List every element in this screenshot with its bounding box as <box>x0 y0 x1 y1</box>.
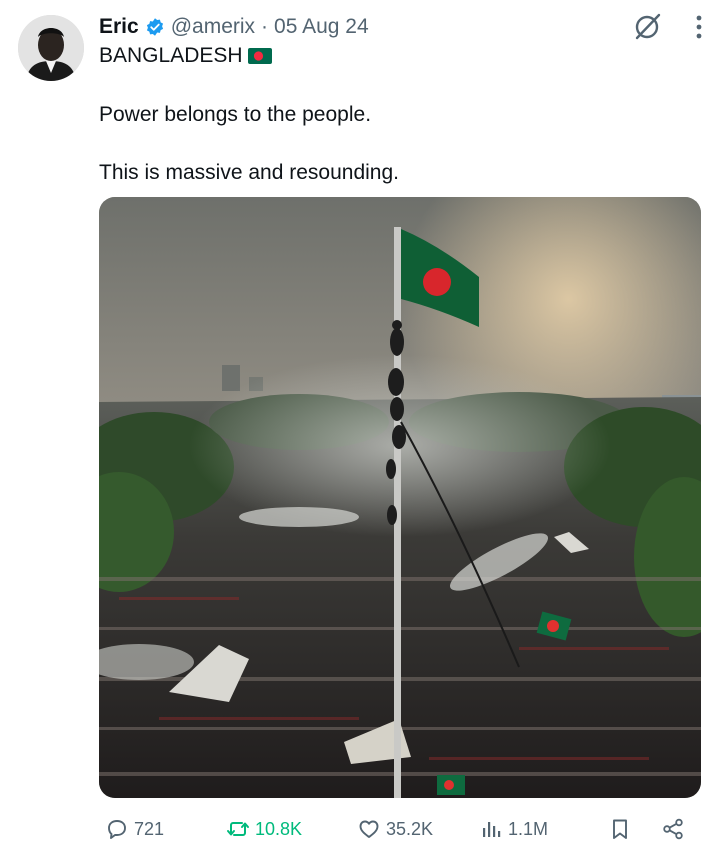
verified-badge-icon <box>146 18 163 36</box>
meta-separator: · <box>261 15 269 38</box>
post-date[interactable]: 05 Aug 24 <box>274 15 369 39</box>
reply-icon <box>108 820 126 839</box>
grok-icon[interactable] <box>632 12 662 42</box>
like-button[interactable]: 35.2K <box>357 817 433 841</box>
share-button[interactable] <box>661 817 685 841</box>
views-count: 1.1M <box>508 818 549 839</box>
retweet-icon <box>227 822 249 836</box>
views-button[interactable]: 1.1M <box>479 817 548 841</box>
bookmark-icon <box>613 819 627 839</box>
avatar[interactable] <box>18 15 84 81</box>
tweet-text: Power belongs to the people. This is mas… <box>99 103 399 184</box>
author-row: Eric @amerix · 05 Aug 24 <box>99 12 369 42</box>
like-icon <box>359 820 379 838</box>
like-count: 35.2K <box>386 818 434 839</box>
author-bio: BANGLADESH <box>99 44 272 68</box>
profile-avatar <box>18 15 84 81</box>
more-vertical-icon[interactable] <box>696 15 702 39</box>
bio-text: BANGLADESH <box>99 44 243 67</box>
header-icons <box>632 12 702 42</box>
views-icon <box>483 822 501 837</box>
action-bar: 721 10.8K 35.2K 1.1M <box>99 812 689 850</box>
tweet-media[interactable] <box>99 197 701 798</box>
retweet-button[interactable]: 10.8K <box>226 817 302 841</box>
bookmark-button[interactable] <box>608 817 632 841</box>
author-display-name[interactable]: Eric <box>99 15 139 39</box>
reply-count: 721 <box>134 818 165 839</box>
bangladesh-flag-icon <box>247 48 272 64</box>
share-icon <box>663 818 683 840</box>
protest-crowd-flag-photo <box>99 197 701 798</box>
reply-button[interactable]: 721 <box>105 817 164 841</box>
retweet-count: 10.8K <box>255 818 303 839</box>
author-handle[interactable]: @amerix <box>171 15 255 39</box>
